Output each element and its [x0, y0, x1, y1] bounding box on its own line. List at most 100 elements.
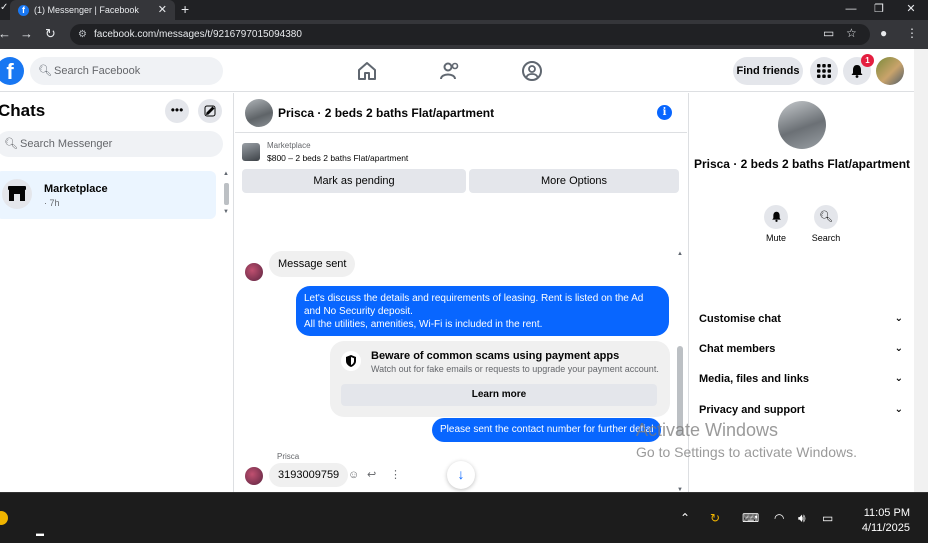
scroll-up-arrow-icon[interactable]: ▲: [677, 251, 683, 257]
friends-icon[interactable]: [438, 59, 462, 83]
new-message-button[interactable]: [198, 99, 222, 123]
scroll-to-bottom-button[interactable]: ↓: [447, 461, 475, 489]
wifi-icon[interactable]: ◠: [774, 511, 784, 525]
listing-thumbnail[interactable]: [242, 143, 260, 161]
thread-title[interactable]: Prisca · 2 beds 2 baths Flat/apartment: [278, 106, 494, 120]
marketplace-store-icon: [2, 179, 32, 209]
account-avatar[interactable]: [876, 57, 904, 85]
taskbar-clock[interactable]: 11:05 PM 4/11/2025: [850, 506, 910, 536]
learn-more-button[interactable]: Learn more: [341, 384, 657, 406]
marketplace-banner: Marketplace $800 – 2 beds 2 baths Flat/a…: [235, 134, 687, 216]
battery-icon[interactable]: ▭: [822, 511, 833, 525]
window-minimize-button[interactable]: —: [836, 0, 866, 20]
thread-avatar[interactable]: [245, 99, 273, 127]
info-icon[interactable]: i: [657, 105, 672, 120]
customise-chat-row[interactable]: Customise chat ⌄: [699, 308, 905, 330]
forward-icon[interactable]: →: [20, 26, 33, 41]
browser-toolbar: ← → ↻ ⚙ facebook.com/messages/t/92167970…: [0, 20, 928, 49]
activate-windows-title: Activate Windows: [636, 420, 779, 440]
tab-search-icon[interactable]: ✓: [0, 2, 8, 13]
reload-icon[interactable]: ↻: [45, 26, 56, 42]
conversation-time: · 7h: [44, 198, 60, 208]
search-action[interactable]: 🔍︎ Search: [801, 205, 851, 243]
scroll-up-arrow-icon[interactable]: ▲: [223, 171, 229, 177]
back-icon[interactable]: ←: [0, 26, 11, 41]
notification-count-badge: 1: [861, 54, 874, 67]
grid-icon: [817, 64, 831, 78]
outgoing-message-line: Let's discuss the details and requiremen…: [304, 293, 644, 304]
privacy-support-row[interactable]: Privacy and support ⌄: [699, 399, 905, 421]
facebook-logo-icon[interactable]: f: [0, 57, 24, 85]
mute-label: Mute: [765, 233, 786, 243]
chevron-down-icon: ⌄: [894, 404, 903, 415]
site-info-icon[interactable]: ⚙: [78, 24, 87, 45]
sidebar-scroll-thumb[interactable]: [224, 183, 229, 205]
update-icon[interactable]: ↻: [710, 511, 720, 525]
find-friends-button[interactable]: Find friends: [733, 57, 803, 85]
page-scrollbar[interactable]: [914, 49, 928, 492]
row-label: Customise chat: [699, 313, 781, 325]
browser-menu-icon[interactable]: ⋮: [906, 26, 918, 40]
home-icon[interactable]: [355, 59, 379, 83]
chevron-down-icon: ⌄: [894, 343, 903, 354]
more-actions-icon[interactable]: ⋮: [390, 468, 401, 481]
chats-sidebar: Chats ••• 🔍︎ Search Messenger Marketplac…: [0, 93, 234, 492]
taskbar-app-icon[interactable]: [0, 511, 8, 525]
facebook-search-input[interactable]: 🔍︎ Search Facebook: [30, 57, 223, 85]
menu-grid-button[interactable]: [810, 57, 838, 85]
more-options-button[interactable]: More Options: [469, 169, 679, 193]
tab-close-icon[interactable]: ✕: [158, 3, 167, 16]
warning-subtitle: Watch out for fake emails or requests to…: [371, 364, 659, 374]
profile-icon[interactable]: ●: [880, 26, 887, 40]
messenger-search-input[interactable]: 🔍︎ Search Messenger: [0, 131, 223, 157]
sender-avatar[interactable]: [245, 263, 263, 281]
conversation-panel: Prisca · 2 beds 2 baths Flat/apartment i…: [235, 93, 687, 492]
bookmark-star-icon[interactable]: ☆: [846, 26, 857, 40]
outgoing-message-line: and No Security deposit.: [304, 306, 413, 317]
chat-members-row[interactable]: Chat members ⌄: [699, 338, 905, 360]
chevron-down-icon: ⌄: [894, 313, 903, 324]
row-label: Media, files and links: [699, 373, 810, 385]
window-restore-button[interactable]: ❐: [864, 0, 894, 20]
browser-tab[interactable]: f (1) Messenger | Facebook ✕: [10, 0, 175, 20]
marketplace-label: Marketplace: [267, 141, 311, 150]
outgoing-message-bubble: Let's discuss the details and requiremen…: [296, 286, 669, 336]
chevron-down-icon: ⌄: [894, 373, 903, 384]
cast-icon[interactable]: ▭: [823, 26, 834, 40]
facebook-header: f 🔍︎ Search Facebook Find friends 1: [0, 49, 914, 92]
url-text: facebook.com/messages/t/9216797015094380: [94, 29, 302, 40]
activate-windows-subtitle: Go to Settings to activate Windows.: [636, 444, 857, 460]
conversation-item-marketplace[interactable]: Marketplace · 7h: [0, 171, 216, 219]
media-files-links-row[interactable]: Media, files and links ⌄: [699, 368, 905, 390]
mark-as-pending-button[interactable]: Mark as pending: [242, 169, 466, 193]
new-tab-button[interactable]: +: [181, 0, 189, 18]
search-icon: 🔍︎: [4, 138, 18, 150]
listing-avatar[interactable]: [778, 101, 826, 149]
tray-chevron-up-icon[interactable]: ⌃: [680, 511, 690, 525]
sender-avatar[interactable]: [245, 467, 263, 485]
scroll-down-arrow-icon[interactable]: ▼: [223, 209, 229, 215]
bell-icon: [764, 205, 788, 229]
warning-title: Beware of common scams using payment app…: [371, 350, 620, 362]
conversation-header: Prisca · 2 beds 2 baths Flat/apartment i: [235, 93, 687, 133]
listing-summary[interactable]: $800 – 2 beds 2 baths Flat/apartment: [267, 153, 408, 163]
sidebar-scrollbar[interactable]: ▲ ▼: [222, 171, 231, 219]
address-bar[interactable]: ⚙ facebook.com/messages/t/92167970150943…: [70, 24, 870, 45]
facebook-favicon-icon: f: [18, 4, 29, 16]
windows-taskbar: ▬ ⌃ ↻ ⌨ ◠ 🔊︎ ▭ 11:05 PM 4/11/2025: [0, 492, 928, 543]
reply-icon[interactable]: ↩: [367, 468, 376, 481]
message-sent-bubble: Message sent: [269, 251, 356, 277]
react-emoji-icon[interactable]: ☺: [348, 469, 359, 481]
facebook-search-placeholder: Search Facebook: [54, 65, 141, 77]
taskbar-indicator: ▬: [36, 529, 44, 538]
mute-action[interactable]: Mute: [751, 205, 801, 243]
groups-icon[interactable]: [520, 59, 544, 83]
row-label: Privacy and support: [699, 404, 805, 416]
window-close-button[interactable]: ✕: [896, 0, 926, 20]
tab-title: (1) Messenger | Facebook: [34, 5, 139, 15]
volume-icon[interactable]: 🔊︎: [798, 511, 806, 526]
search-icon: 🔍︎: [814, 205, 838, 229]
keyboard-icon[interactable]: ⌨: [742, 511, 759, 525]
chat-options-button[interactable]: •••: [165, 99, 189, 123]
row-label: Chat members: [699, 343, 776, 355]
